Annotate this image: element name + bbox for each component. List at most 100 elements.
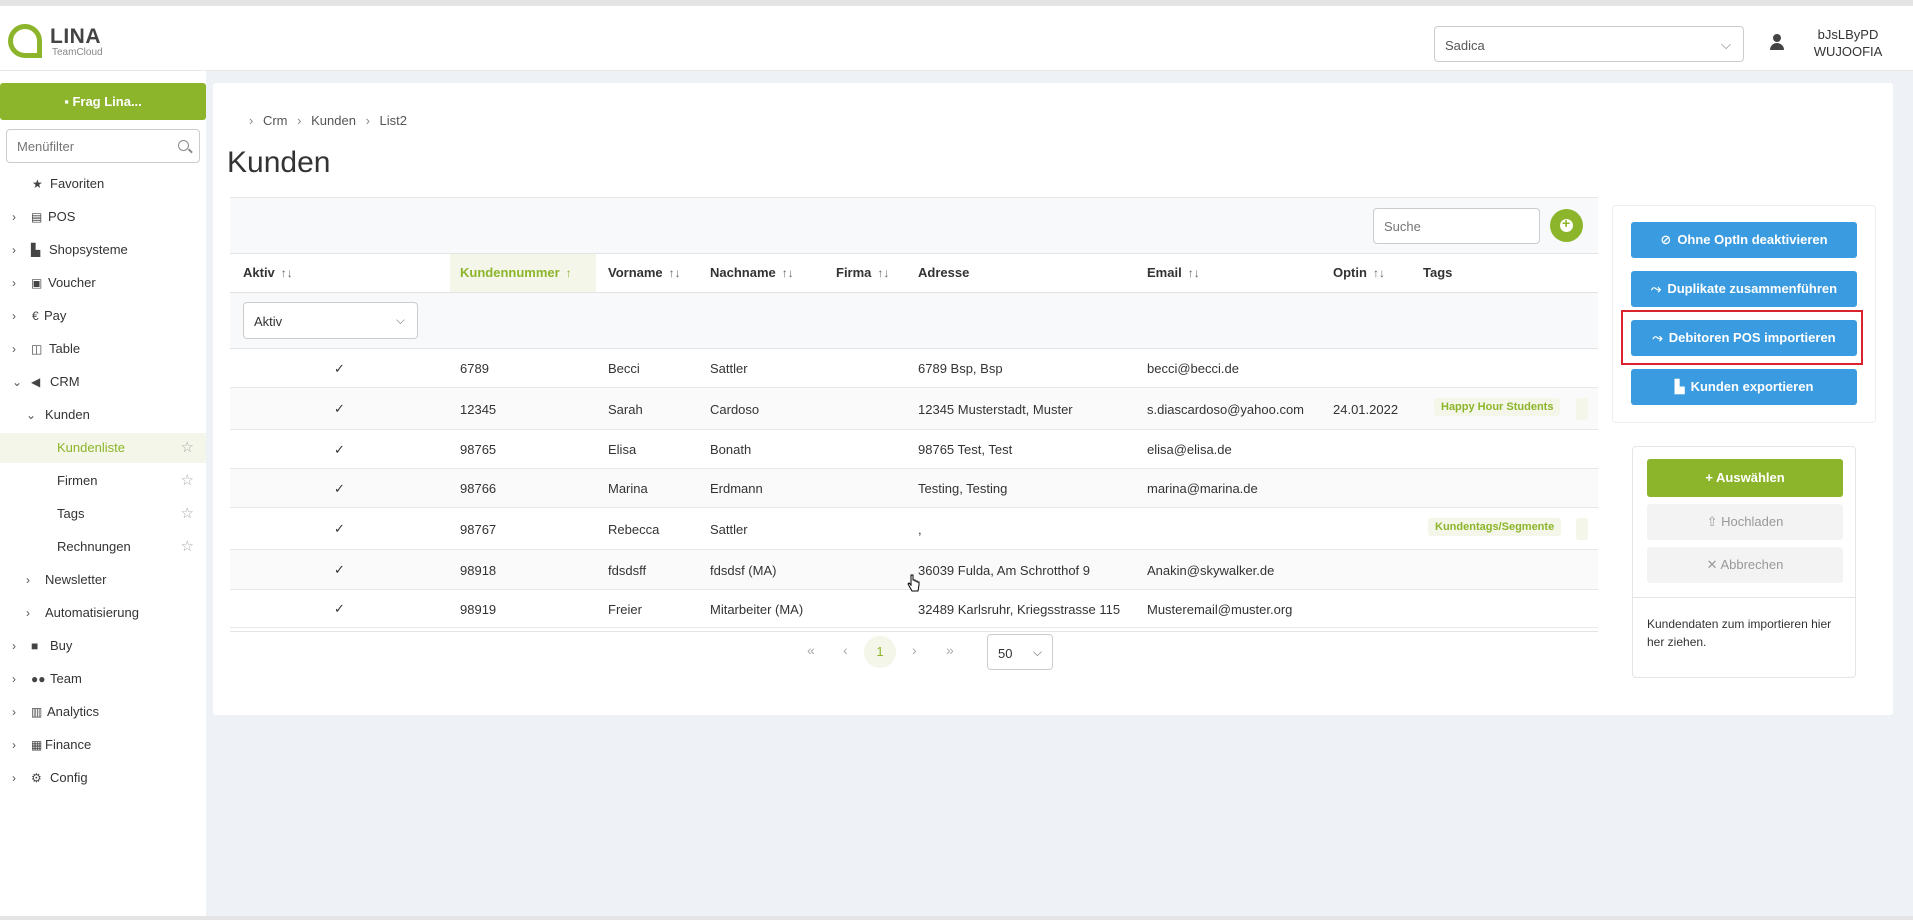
cell-nr: 98766 (460, 481, 497, 496)
sidebar-item-crm[interactable]: ⌄ ◀ CRM (0, 367, 206, 397)
ban-icon: ⊘ (1660, 232, 1672, 247)
sidebar-item-label: Finance (45, 737, 92, 752)
sidebar-item-label: Pay (44, 308, 67, 323)
cell-email: becci@becci.de (1147, 361, 1239, 376)
sidebar-item-voucher[interactable]: › ▣ Voucher (0, 268, 206, 298)
chevron-right-icon: › (12, 342, 16, 356)
col-vorname[interactable]: Vorname ↑↓ (608, 254, 681, 292)
cell-nr: 98919 (460, 602, 497, 617)
button-label: Kunden exportieren (1690, 379, 1814, 394)
sidebar-item-automatisierung[interactable]: › Automatisierung (0, 598, 206, 628)
table-row[interactable]: ✓ 12345 Sarah Cardoso 12345 Musterstadt,… (230, 388, 1598, 430)
merge-duplicates-button[interactable]: ⤳ Duplikate zusammenführen (1631, 271, 1857, 307)
aktiv-check: ✓ (334, 521, 345, 536)
col-nachname[interactable]: Nachname ↑↓ (710, 254, 794, 292)
sidebar-item-tags[interactable]: Tags ☆ (0, 499, 206, 529)
table-row[interactable]: ✓ 98767 Rebecca Sattler , Kundentags/Seg… (230, 508, 1598, 550)
aktiv-filter-select[interactable]: Aktiv ⌵ (243, 302, 418, 339)
cell-email: Musteremail@muster.org (1147, 602, 1293, 617)
tag-more-badge[interactable] (1576, 398, 1588, 420)
export-customers-button[interactable]: ▙ Kunden exportieren (1631, 369, 1857, 405)
star-outline-icon[interactable]: ☆ (181, 466, 194, 496)
tag-badge[interactable]: Kundentags/Segmente (1428, 518, 1562, 536)
lina-logo[interactable]: LINA TeamCloud (8, 20, 118, 60)
user-name[interactable]: bJsLByPD WUJOOFIA (1798, 26, 1898, 60)
table-search[interactable] (1373, 208, 1540, 244)
chevron-right-icon: › (12, 639, 16, 653)
table-row[interactable]: ✓ 98766 Marina Erdmann Testing, Testing … (230, 469, 1598, 508)
star-outline-icon[interactable]: ☆ (181, 433, 194, 463)
table-search-input[interactable] (1384, 219, 1524, 234)
table-row[interactable]: ✓ 98765 Elisa Bonath 98765 Test, Test el… (230, 430, 1598, 469)
sidebar-item-label: Firmen (57, 473, 98, 488)
merge-icon: ⤳ (1650, 281, 1662, 296)
sidebar-item-kunden[interactable]: ⌄ Kunden (0, 400, 206, 430)
deactivate-no-optin-button[interactable]: ⊘ Ohne OptIn deaktivieren (1631, 222, 1857, 258)
sidebar: ▪ Frag Lina... ★ Favoriten › ▤ POS › ▙ S… (0, 71, 206, 920)
sidebar-item-buy[interactable]: › ■ Buy (0, 631, 206, 661)
sidebar-item-analytics[interactable]: › ▥ Analytics (0, 697, 206, 727)
tag-badge[interactable]: Happy Hour Students (1434, 398, 1561, 416)
button-label: Duplikate zusammenführen (1667, 281, 1838, 296)
per-page-select[interactable]: 50 ⌵ (987, 634, 1053, 670)
breadcrumb-kunden[interactable]: Kunden (311, 113, 356, 128)
company-select[interactable]: Sadica ⌵ (1434, 26, 1744, 62)
select-file-button[interactable]: + Auswählen (1647, 459, 1843, 497)
col-label: Adresse (918, 265, 970, 280)
chevron-right-icon: › (297, 113, 302, 128)
star-outline-icon[interactable]: ☆ (181, 499, 194, 529)
last-page-button[interactable]: » (946, 642, 954, 658)
sort-asc-icon: ↑ (565, 266, 572, 280)
next-page-button[interactable]: › (912, 642, 917, 658)
menu-filter-input[interactable] (17, 139, 167, 154)
breadcrumb-crm[interactable]: Crm (263, 113, 288, 128)
sidebar-item-finance[interactable]: › ▦ Finance (0, 730, 206, 760)
col-kundennummer[interactable]: Kundennummer ↑ (450, 254, 596, 292)
menu-filter[interactable] (6, 129, 200, 163)
add-customer-button[interactable] (1550, 209, 1583, 242)
sidebar-item-team[interactable]: › ●● Team (0, 664, 206, 694)
cell-nachname: Mitarbeiter (MA) (710, 602, 804, 617)
bottom-border (0, 916, 1913, 920)
sidebar-item-table[interactable]: › ◫ Table (0, 334, 206, 364)
sidebar-item-newsletter[interactable]: › Newsletter (0, 565, 206, 595)
sidebar-item-pos[interactable]: › ▤ POS (0, 202, 206, 232)
cell-vorname: Rebecca (608, 522, 660, 537)
drop-zone[interactable]: Kundendaten zum importieren hier her zie… (1633, 597, 1855, 677)
sidebar-item-rechnungen[interactable]: Rechnungen ☆ (0, 532, 206, 562)
sidebar-item-label: POS (48, 209, 76, 224)
breadcrumb-list2[interactable]: List2 (380, 113, 407, 128)
user-icon[interactable] (1768, 32, 1786, 52)
sidebar-item-kundenliste[interactable]: Kundenliste ☆ (0, 433, 206, 463)
cancel-button[interactable]: ✕ Abbrechen (1647, 547, 1843, 583)
star-icon: ★ (32, 177, 43, 191)
sidebar-item-shopsysteme[interactable]: › ▙ Shopsysteme (0, 235, 206, 265)
table-toolbar (230, 197, 1598, 253)
col-aktiv[interactable]: Aktiv ↑↓ (243, 254, 293, 292)
sidebar-item-label: Table (49, 341, 81, 356)
chevron-right-icon: › (12, 672, 16, 686)
button-label: Auswählen (1716, 470, 1785, 485)
prev-page-button[interactable]: ‹ (843, 642, 848, 658)
first-page-button[interactable]: « (807, 642, 815, 658)
page-1-button[interactable]: 1 (864, 636, 896, 668)
aktiv-check: ✓ (334, 442, 345, 457)
table-row[interactable]: ✓ 98919 Freier Mitarbeiter (MA) 32489 Ka… (230, 590, 1598, 628)
cell-optin: 24.01.2022 (1333, 402, 1399, 417)
col-optin[interactable]: Optin ↑↓ (1333, 254, 1385, 292)
sidebar-item-favoriten[interactable]: ★ Favoriten (0, 169, 206, 199)
sidebar-item-config[interactable]: › ⚙ Config (0, 763, 206, 793)
sidebar-item-pay[interactable]: › € Pay (0, 301, 206, 331)
chevron-right-icon: › (12, 309, 16, 323)
star-outline-icon[interactable]: ☆ (181, 532, 194, 562)
tag-more-badge[interactable] (1576, 518, 1588, 540)
col-firma[interactable]: Firma ↑↓ (836, 254, 889, 292)
table-row[interactable]: ✓ 6789 Becci Sattler 6789 Bsp, Bsp becci… (230, 349, 1598, 388)
sidebar-item-label: Buy (50, 638, 73, 653)
cell-nr: 98767 (460, 522, 497, 537)
upload-button[interactable]: ⇧ Hochladen (1647, 504, 1843, 540)
sidebar-item-firmen[interactable]: Firmen ☆ (0, 466, 206, 496)
ask-lina-button[interactable]: ▪ Frag Lina... (0, 83, 206, 120)
col-email[interactable]: Email ↑↓ (1147, 254, 1200, 292)
button-label: Ohne OptIn deaktivieren (1677, 232, 1828, 247)
